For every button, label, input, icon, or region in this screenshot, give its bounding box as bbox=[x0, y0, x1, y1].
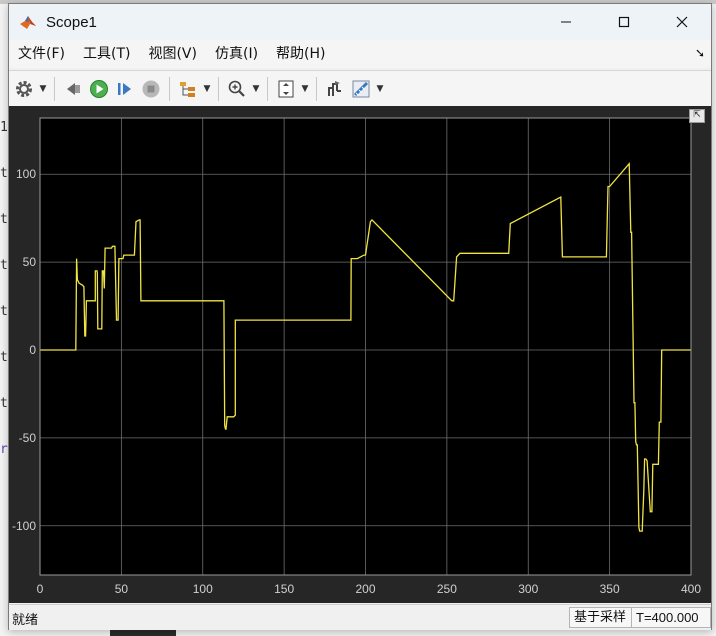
settings-dropdown[interactable]: ▼ bbox=[37, 75, 49, 103]
fit-view-icon bbox=[278, 80, 294, 98]
chevron-down-icon: ▼ bbox=[39, 84, 47, 94]
signal-tree-button[interactable] bbox=[175, 75, 201, 103]
y-tick-label: -50 bbox=[19, 431, 37, 445]
x-tick-label: 0 bbox=[37, 582, 44, 596]
zoom-in-icon bbox=[228, 80, 245, 97]
matlab-icon bbox=[18, 12, 38, 32]
write-data-icon bbox=[328, 81, 341, 96]
toolbar: ▼ ▼ ▼ ▼ ▼ bbox=[9, 70, 711, 108]
window-controls bbox=[537, 4, 711, 40]
x-tick-label: 400 bbox=[681, 582, 701, 596]
scope-window: Scope1 文件(F) 工具(T) 视图(V) 仿真(I) 帮助(H) ➘ ▼… bbox=[8, 3, 712, 630]
x-tick-label: 50 bbox=[115, 582, 129, 596]
minimize-icon bbox=[561, 21, 571, 23]
signal-tree-icon bbox=[180, 82, 195, 97]
chevron-down-icon: ▼ bbox=[252, 84, 260, 94]
run-icon bbox=[90, 80, 108, 98]
zoom-dropdown[interactable]: ▼ bbox=[250, 75, 262, 103]
sample-mode-field: 基于采样 bbox=[569, 607, 633, 628]
y-tick-label: 0 bbox=[29, 343, 36, 357]
signal-tree-dropdown[interactable]: ▼ bbox=[201, 75, 213, 103]
x-tick-label: 200 bbox=[355, 582, 375, 596]
x-tick-label: 100 bbox=[193, 582, 213, 596]
scope-plot[interactable]: 0 50 100 150 200 250 300 350 400 -100 -50 0 50 100 bbox=[9, 106, 711, 603]
close-icon bbox=[676, 16, 688, 28]
maximize-button[interactable] bbox=[595, 4, 653, 40]
toolbar-separator bbox=[169, 77, 170, 101]
maximize-icon bbox=[618, 16, 630, 28]
scope-display[interactable]: 0 50 100 150 200 250 300 350 400 -100 -50 0 50 100 ⇱ bbox=[9, 106, 711, 603]
menu-help[interactable]: 帮助(H) bbox=[267, 41, 334, 67]
measure-icon bbox=[352, 80, 370, 98]
title-bar[interactable]: Scope1 bbox=[9, 4, 711, 40]
menu-simulation[interactable]: 仿真(I) bbox=[206, 41, 267, 67]
menu-undock-arrow-icon[interactable]: ➘ bbox=[695, 46, 705, 60]
step-forward-icon bbox=[118, 83, 131, 95]
y-tick-label: -100 bbox=[12, 519, 36, 533]
step-back-icon bbox=[67, 83, 80, 95]
settings-icon bbox=[16, 81, 32, 97]
chevron-down-icon: ▼ bbox=[376, 84, 384, 94]
menu-view[interactable]: 视图(V) bbox=[139, 41, 206, 67]
menu-file[interactable]: 文件(F) bbox=[9, 41, 74, 67]
fit-view-button[interactable] bbox=[273, 75, 299, 103]
simulation-time-field: T=400.000 bbox=[631, 607, 711, 628]
stop-button[interactable] bbox=[138, 75, 164, 103]
status-bar: 就绪 基于采样 T=400.000 bbox=[9, 604, 711, 630]
x-tick-label: 350 bbox=[600, 582, 620, 596]
minimize-button[interactable] bbox=[537, 4, 595, 40]
x-tick-label: 250 bbox=[437, 582, 457, 596]
measure-button[interactable] bbox=[348, 75, 374, 103]
toolbar-separator bbox=[218, 77, 219, 101]
y-tick-label: 50 bbox=[23, 255, 37, 269]
x-tick-label: 300 bbox=[518, 582, 538, 596]
write-data-button[interactable] bbox=[322, 75, 348, 103]
step-forward-button[interactable] bbox=[112, 75, 138, 103]
menu-bar: 文件(F) 工具(T) 视图(V) 仿真(I) 帮助(H) ➘ bbox=[9, 40, 711, 68]
settings-button[interactable] bbox=[11, 75, 37, 103]
y-tick-label: 100 bbox=[16, 167, 36, 181]
run-button[interactable] bbox=[86, 75, 112, 103]
stop-icon bbox=[142, 80, 160, 98]
x-tick-label: 150 bbox=[274, 582, 294, 596]
measure-dropdown[interactable]: ▼ bbox=[374, 75, 386, 103]
close-button[interactable] bbox=[653, 4, 711, 40]
status-text: 就绪 bbox=[12, 613, 39, 628]
fit-view-dropdown[interactable]: ▼ bbox=[299, 75, 311, 103]
toolbar-separator bbox=[267, 77, 268, 101]
step-back-button[interactable] bbox=[60, 75, 86, 103]
toolbar-separator bbox=[54, 77, 55, 101]
window-title: Scope1 bbox=[46, 13, 97, 31]
menu-tools[interactable]: 工具(T) bbox=[74, 41, 139, 67]
chevron-down-icon: ▼ bbox=[203, 84, 211, 94]
chevron-down-icon: ▼ bbox=[301, 84, 309, 94]
toolbar-separator bbox=[316, 77, 317, 101]
undock-button[interactable]: ⇱ bbox=[689, 109, 705, 123]
zoom-in-button[interactable] bbox=[224, 75, 250, 103]
undock-icon: ⇱ bbox=[693, 110, 701, 120]
